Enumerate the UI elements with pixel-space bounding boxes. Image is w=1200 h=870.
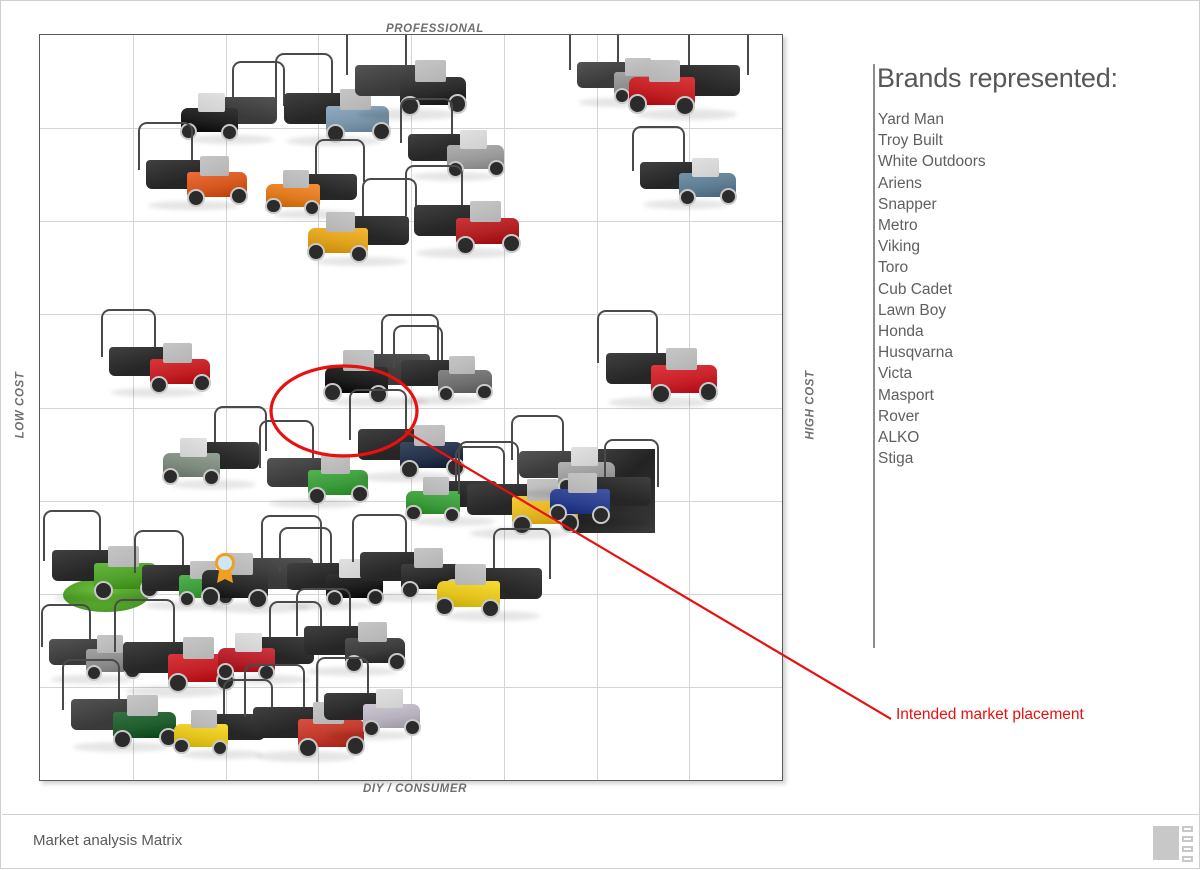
- brand-list-item: White Outdoors: [878, 153, 986, 171]
- mower-product-image: [543, 435, 663, 531]
- brand-list-item: Viking: [878, 238, 920, 256]
- brand-list-item: ALKO: [878, 429, 920, 447]
- logo-bar-icon: [1182, 836, 1193, 842]
- mower-product-image: [134, 118, 254, 214]
- brand-list-item: Ariens: [878, 174, 922, 192]
- mower-product-image: [621, 35, 753, 124]
- brand-list-item: Honda: [878, 323, 924, 341]
- brands-panel-title: Brands represented:: [877, 63, 1118, 93]
- brand-list-item: Masport: [878, 386, 934, 404]
- axis-label-diy-consumer: DIY / CONSUMER: [363, 783, 468, 795]
- brand-list-item: Lawn Boy: [878, 301, 947, 319]
- callout-label: Intended market placement: [896, 706, 1084, 723]
- axis-label-low-cost: LOW COST: [14, 371, 27, 439]
- studio-logo: [1153, 823, 1193, 863]
- brands-list: Yard Man Troy Built White Outdoors Ariens Sn…: [878, 109, 986, 469]
- brand-list-item: Stiga: [878, 450, 914, 468]
- axis-label-professional: PROFESSIONAL: [386, 23, 484, 35]
- brand-list-item: Metro: [878, 217, 918, 235]
- logo-block-icon: [1153, 826, 1179, 860]
- mower-product-image: [313, 653, 427, 744]
- brands-divider-rule: [873, 64, 875, 648]
- logo-bar-icon: [1182, 856, 1193, 862]
- logo-bar-icon: [1182, 826, 1193, 832]
- award-rosette-icon: [212, 552, 238, 584]
- brand-list-item: Victa: [878, 365, 913, 383]
- footer-divider: [2, 814, 1200, 815]
- footer-title: Market analysis Matrix: [33, 832, 183, 849]
- brand-list-item: Rover: [878, 407, 920, 425]
- mower-product-image: [401, 161, 527, 262]
- mower-product-image: [429, 524, 555, 625]
- mower-product-image: [156, 402, 270, 493]
- mower-product-image: [97, 305, 217, 401]
- brand-list-item: Husqvarna: [878, 344, 953, 362]
- axis-label-high-cost: HIGH COST: [804, 370, 817, 440]
- brand-list-item: Yard Man: [878, 111, 945, 128]
- logo-bar-icon: [1182, 846, 1193, 852]
- brand-list-item: Troy Built: [878, 132, 943, 150]
- slide-page: PROFESSIONAL DIY / CONSUMER LOW COST HIG…: [0, 0, 1200, 869]
- brand-list-item: Cub Cadet: [878, 280, 953, 298]
- mower-product-image: [58, 655, 184, 756]
- mower-product-image: [593, 306, 725, 412]
- market-matrix-chart: [39, 34, 783, 781]
- brand-list-item: Snapper: [878, 195, 937, 213]
- brand-list-item: Toro: [878, 259, 909, 277]
- mower-product-image: [629, 122, 743, 213]
